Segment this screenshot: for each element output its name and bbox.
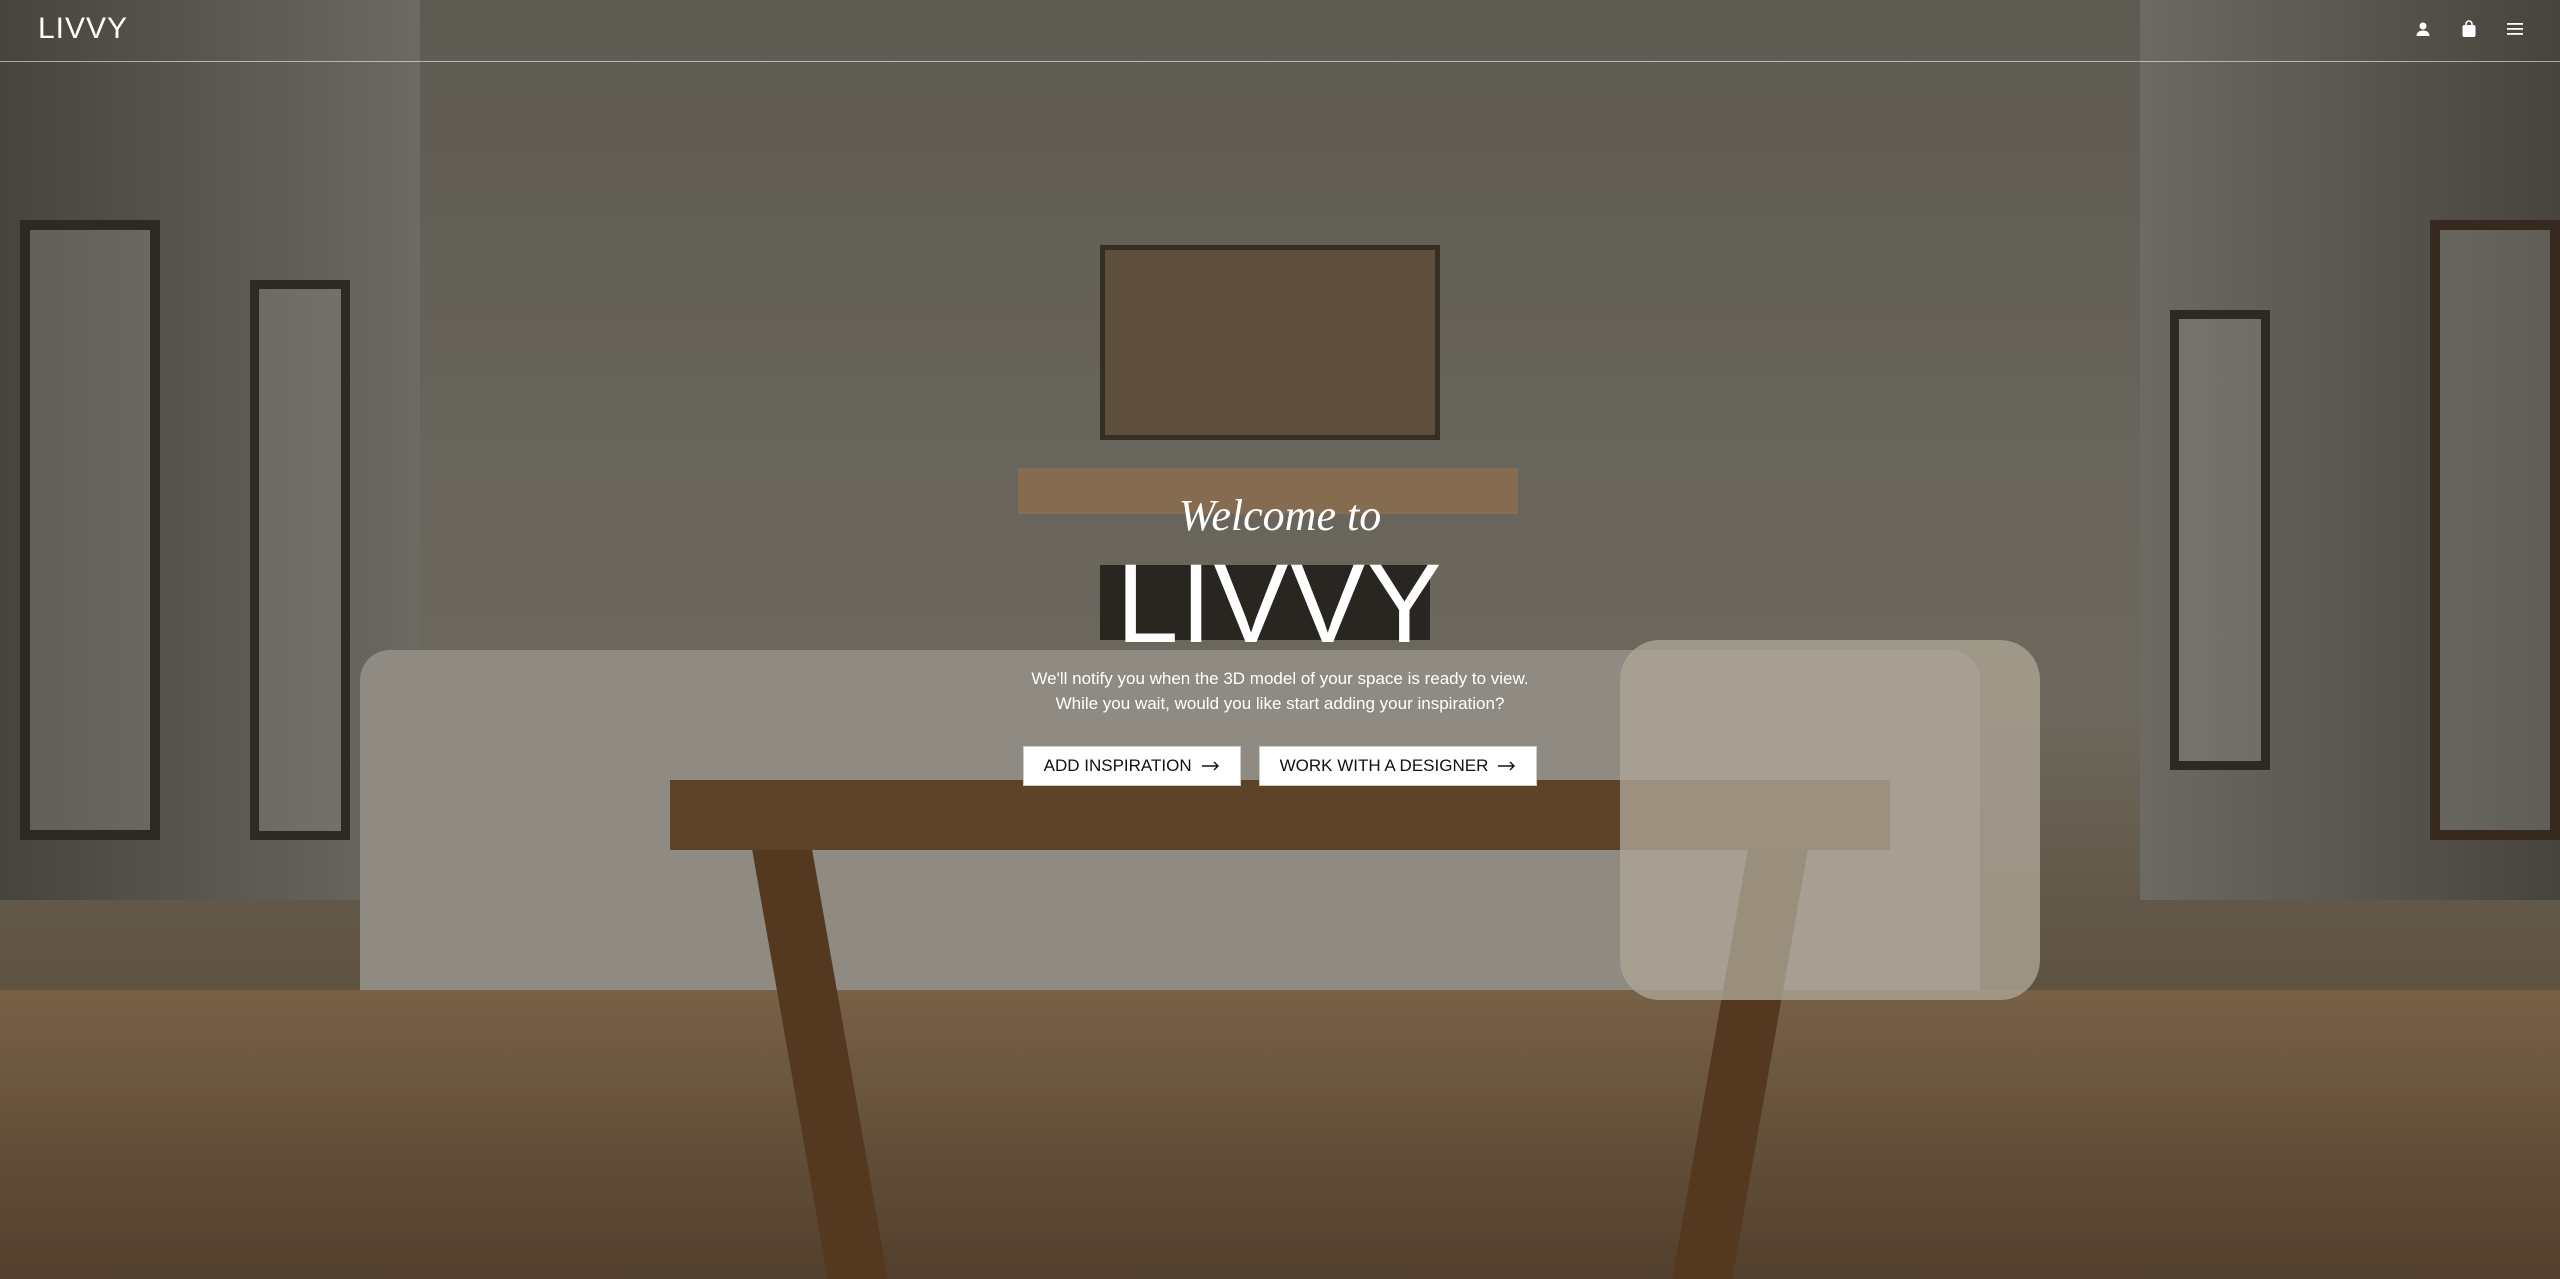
hero-description: We'll notify you when the 3D model of yo… xyxy=(1031,669,1529,713)
work-with-designer-button[interactable]: WORK WITH A DESIGNER xyxy=(1258,746,1538,786)
hero-content: Welcome to LIVVY We'll notify you when t… xyxy=(0,488,2560,786)
brand-title: LIVVY xyxy=(1116,541,1444,666)
logo[interactable]: LIVVY xyxy=(38,12,128,46)
add-inspiration-label: ADD INSPIRATION xyxy=(1043,756,1192,775)
menu-icon[interactable] xyxy=(2506,18,2524,40)
welcome-heading: Welcome to xyxy=(1178,491,1382,540)
shopping-bag-icon[interactable] xyxy=(2460,18,2478,40)
arrow-right-icon xyxy=(1498,761,1516,771)
arrow-right-icon xyxy=(1201,761,1220,771)
hero-buttons: ADD INSPIRATION WORK WITH A DESIGNER xyxy=(1022,746,1538,786)
top-navigation-bar: LIVVY xyxy=(0,0,2560,62)
work-with-designer-label: WORK WITH A DESIGNER xyxy=(1279,756,1489,775)
add-inspiration-button[interactable]: ADD INSPIRATION xyxy=(1022,746,1241,786)
user-icon[interactable] xyxy=(2414,18,2432,40)
header-icons xyxy=(2414,18,2524,40)
